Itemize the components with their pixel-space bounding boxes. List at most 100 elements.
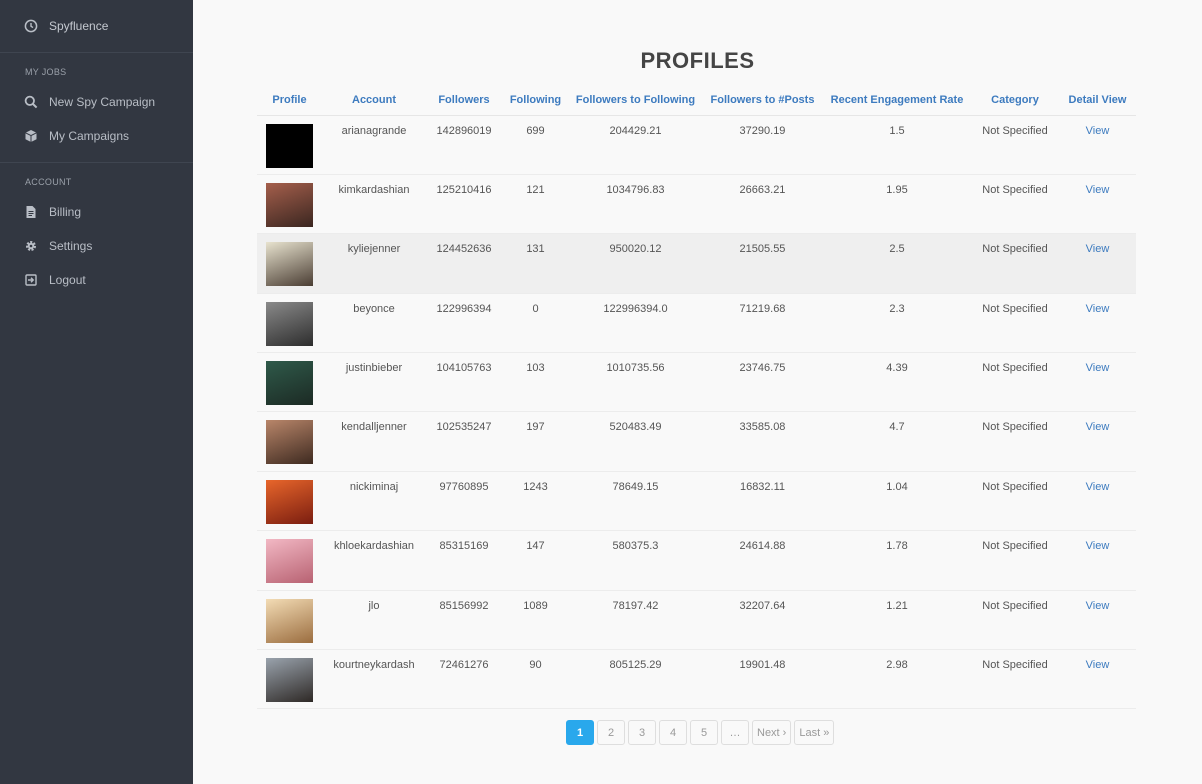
sidebar: Spyfluence MY JOBS New Spy Campaign My C… (0, 0, 193, 784)
following-cell: 1243 (502, 471, 569, 532)
account-cell: beyonce (322, 293, 426, 354)
profile-thumbnail[interactable] (266, 301, 313, 346)
followers-cell: 104105763 (426, 352, 502, 413)
column-header-detail-view[interactable]: Detail View (1059, 86, 1136, 116)
profile-thumbnail[interactable] (266, 420, 313, 465)
view-link[interactable]: View (1086, 481, 1110, 493)
followers-to-posts-cell: 16832.11 (702, 471, 823, 532)
category-cell: Not Specified (971, 174, 1059, 235)
column-header-engagement-rate[interactable]: Recent Engagement Rate (823, 86, 971, 116)
view-link[interactable]: View (1086, 659, 1110, 671)
brand-name: Spyfluence (49, 19, 109, 33)
column-header-profile[interactable]: Profile (257, 86, 322, 116)
page-button-5[interactable]: 5 (690, 720, 718, 745)
followers-to-posts-cell: 33585.08 (702, 411, 823, 472)
category-cell: Not Specified (971, 352, 1059, 413)
view-link[interactable]: View (1086, 600, 1110, 612)
divider (0, 162, 193, 163)
page-button-2[interactable]: 2 (597, 720, 625, 745)
detail-view-cell: View (1059, 115, 1136, 175)
column-header-following[interactable]: Following (502, 86, 569, 116)
table-row[interactable]: kourtneykardash 72461276 90 805125.29 19901.… (257, 649, 1136, 710)
view-link[interactable]: View (1086, 362, 1110, 374)
next-page-button[interactable]: Next › (752, 720, 792, 745)
table-row[interactable]: nickiminaj 97760895 1243 78649.15 16832.11 1.… (257, 471, 1136, 532)
profile-cell (257, 471, 322, 532)
view-link[interactable]: View (1086, 421, 1110, 433)
engagement-rate-cell: 1.78 (823, 530, 971, 591)
following-cell: 0 (502, 293, 569, 354)
nav-item-billing[interactable]: Billing (0, 195, 193, 229)
table-row[interactable]: kendalljenner 102535247 197 520483.49 33585.… (257, 411, 1136, 472)
gear-icon (24, 239, 38, 253)
table-row[interactable]: justinbieber 104105763 103 1010735.56 23746.… (257, 352, 1136, 413)
followers-cell: 97760895 (426, 471, 502, 532)
followers-to-following-cell: 520483.49 (569, 411, 702, 472)
profile-thumbnail[interactable] (266, 123, 313, 168)
detail-view-cell: View (1059, 293, 1136, 354)
nav-item-label: New Spy Campaign (49, 95, 156, 109)
nav-item-new-spy-campaign[interactable]: New Spy Campaign (0, 85, 193, 119)
column-header-category[interactable]: Category (971, 86, 1059, 116)
followers-to-following-cell: 580375.3 (569, 530, 702, 591)
followers-to-following-cell: 78649.15 (569, 471, 702, 532)
profile-cell (257, 530, 322, 591)
view-link[interactable]: View (1086, 303, 1110, 315)
page-title: PROFILES (640, 48, 755, 73)
account-cell: kendalljenner (322, 411, 426, 472)
followers-to-posts-cell: 24614.88 (702, 530, 823, 591)
column-header-account[interactable]: Account (322, 86, 426, 116)
engagement-rate-cell: 2.3 (823, 293, 971, 354)
table-row[interactable]: jlo 85156992 1089 78197.42 32207.64 1.21 Not S… (257, 590, 1136, 651)
page-button-4[interactable]: 4 (659, 720, 687, 745)
detail-view-cell: View (1059, 471, 1136, 532)
brand[interactable]: Spyfluence (0, 0, 193, 53)
view-link[interactable]: View (1086, 540, 1110, 552)
following-cell: 147 (502, 530, 569, 591)
column-header-followers-to-posts[interactable]: Followers to #Posts (702, 86, 823, 116)
profile-thumbnail[interactable] (266, 242, 313, 287)
profile-thumbnail[interactable] (266, 361, 313, 406)
table-row[interactable]: beyonce 122996394 0 122996394.0 71219.68 2.3 N… (257, 293, 1136, 354)
column-header-followers-to-following[interactable]: Followers to Following (569, 86, 702, 116)
nav-item-logout[interactable]: Logout (0, 263, 193, 297)
last-page-button[interactable]: Last » (794, 720, 835, 745)
pagination: 1 2 3 4 5 … Next › Last » (566, 720, 835, 745)
followers-to-posts-cell: 19901.48 (702, 649, 823, 710)
following-cell: 103 (502, 352, 569, 413)
table-row[interactable]: arianagrande 142896019 699 204429.21 37290.1… (257, 115, 1136, 175)
view-link[interactable]: View (1086, 125, 1110, 137)
followers-cell: 102535247 (426, 411, 502, 472)
followers-to-following-cell: 1034796.83 (569, 174, 702, 235)
account-cell: justinbieber (322, 352, 426, 413)
table-row[interactable]: khloekardashian 85315169 147 580375.3 24614.… (257, 530, 1136, 591)
section-label-my-jobs: MY JOBS (25, 67, 67, 77)
category-cell: Not Specified (971, 411, 1059, 472)
followers-cell: 125210416 (426, 174, 502, 235)
profile-thumbnail[interactable] (266, 539, 313, 584)
table-row[interactable]: kimkardashian 125210416 121 1034796.83 26663… (257, 174, 1136, 235)
page-button-1[interactable]: 1 (566, 720, 594, 745)
nav-item-settings[interactable]: Settings (0, 229, 193, 263)
profile-thumbnail[interactable] (266, 658, 313, 703)
profile-thumbnail[interactable] (266, 598, 313, 643)
view-link[interactable]: View (1086, 184, 1110, 196)
followers-cell: 122996394 (426, 293, 502, 354)
followers-cell: 85315169 (426, 530, 502, 591)
followers-cell: 72461276 (426, 649, 502, 710)
account-cell: khloekardashian (322, 530, 426, 591)
main-content: PROFILES Profile Account Followers Follo… (193, 0, 1202, 784)
profile-thumbnail[interactable] (266, 479, 313, 524)
followers-to-posts-cell: 71219.68 (702, 293, 823, 354)
page-button-3[interactable]: 3 (628, 720, 656, 745)
nav-item-label: My Campaigns (49, 129, 130, 143)
table-row[interactable]: kyliejenner 124452636 131 950020.12 21505.55… (257, 233, 1136, 294)
detail-view-cell: View (1059, 352, 1136, 413)
view-link[interactable]: View (1086, 243, 1110, 255)
nav-item-my-campaigns[interactable]: My Campaigns (0, 119, 193, 153)
following-cell: 90 (502, 649, 569, 710)
category-cell: Not Specified (971, 471, 1059, 532)
profile-cell (257, 293, 322, 354)
profile-thumbnail[interactable] (266, 182, 313, 227)
column-header-followers[interactable]: Followers (426, 86, 502, 116)
